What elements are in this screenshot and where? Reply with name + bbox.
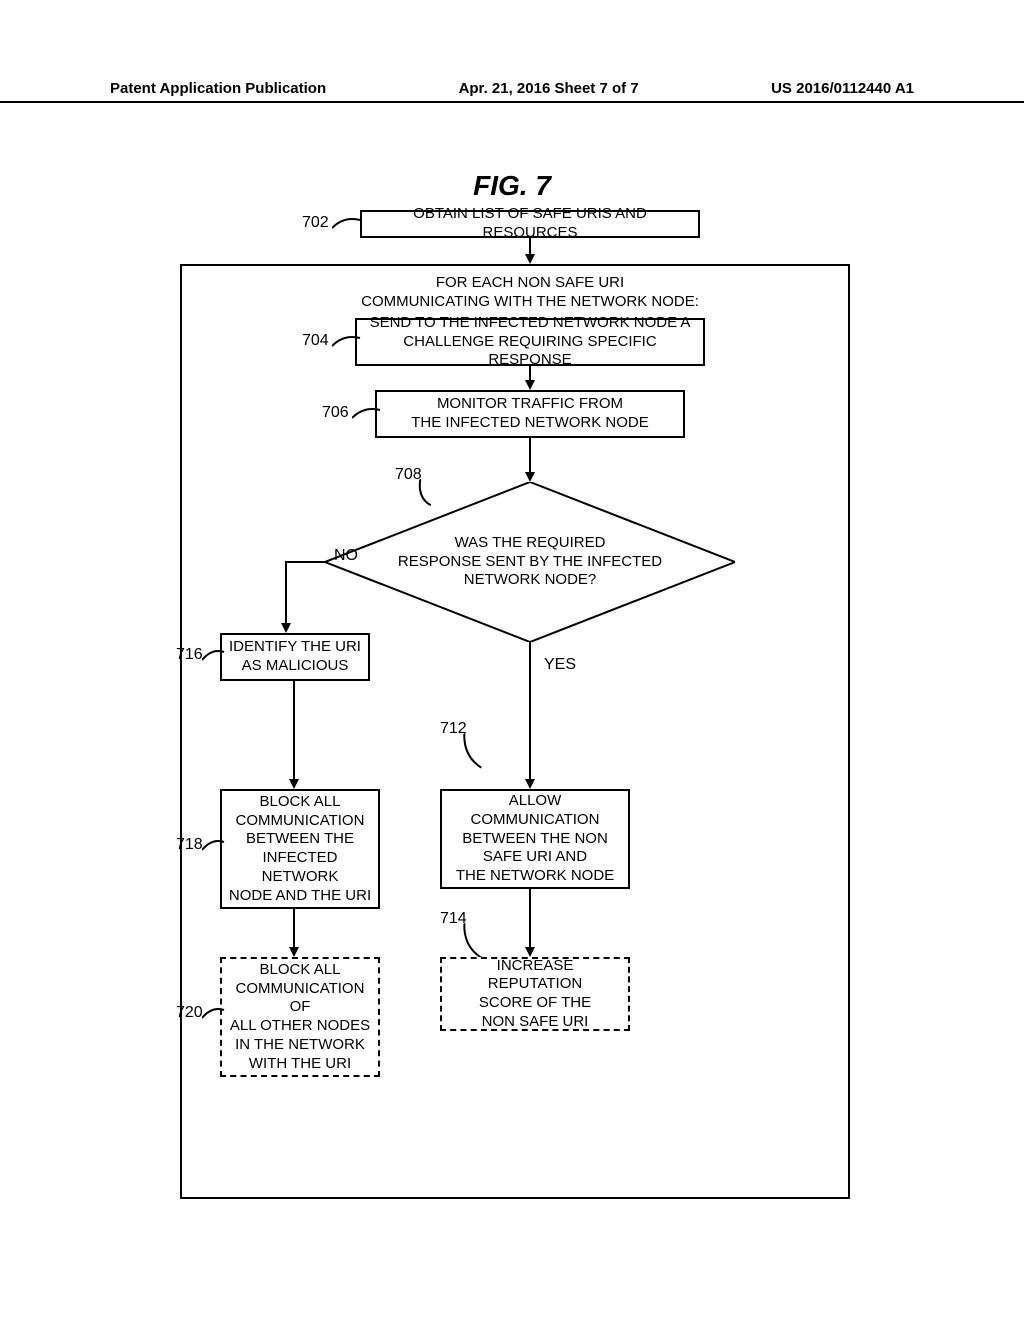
arrow-head xyxy=(525,380,535,390)
arrow xyxy=(293,681,295,781)
step-allow-communication: ALLOW COMMUNICATION BETWEEN THE NON SAFE… xyxy=(440,789,630,889)
step-monitor-traffic-text: MONITOR TRAFFIC FROM THE INFECTED NETWOR… xyxy=(411,395,649,433)
step-block-all-nodes: BLOCK ALL COMMUNICATION OF ALL OTHER NOD… xyxy=(220,957,380,1077)
step-monitor-traffic: MONITOR TRAFFIC FROM THE INFECTED NETWOR… xyxy=(375,390,685,438)
step-block-node-uri: BLOCK ALL COMMUNICATION BETWEEN THE INFE… xyxy=(220,789,380,909)
arrow-head xyxy=(281,623,291,633)
ref-716: 716 xyxy=(176,646,203,664)
step-block-node-uri-text: BLOCK ALL COMMUNICATION BETWEEN THE INFE… xyxy=(228,793,372,906)
leader-706 xyxy=(352,406,382,420)
arrow xyxy=(529,642,531,781)
decision-response-sent: WAS THE REQUIRED RESPONSE SENT BY THE IN… xyxy=(325,482,735,642)
leader-702 xyxy=(332,216,362,230)
header-middle: Apr. 21, 2016 Sheet 7 of 7 xyxy=(459,80,639,97)
loop-header-text: FOR EACH NON SAFE URI COMMUNICATING WITH… xyxy=(360,274,700,312)
step-send-challenge-text: SEND TO THE INFECTED NETWORK NODE A CHAL… xyxy=(363,314,697,370)
figure-title: FIG. 7 xyxy=(0,170,1024,202)
arrow xyxy=(285,561,287,625)
patent-header: Patent Application Publication Apr. 21, … xyxy=(0,80,1024,103)
leader-718 xyxy=(202,838,232,852)
step-increase-reputation-text: INCREASE REPUTATION SCORE OF THE NON SAF… xyxy=(448,957,622,1032)
arrow-head xyxy=(289,779,299,789)
ref-718: 718 xyxy=(176,836,203,854)
header-left: Patent Application Publication xyxy=(110,80,326,97)
leader-704 xyxy=(332,334,362,348)
step-identify-malicious: IDENTIFY THE URI AS MALICIOUS xyxy=(220,633,370,681)
flowchart: OBTAIN LIST OF SAFE URIS AND RESOURCES 7… xyxy=(150,210,870,1200)
arrow-head xyxy=(525,947,535,957)
arrow xyxy=(285,561,327,563)
step-send-challenge: SEND TO THE INFECTED NETWORK NODE A CHAL… xyxy=(355,318,705,366)
ref-720: 720 xyxy=(176,1004,203,1022)
decision-text: WAS THE REQUIRED RESPONSE SENT BY THE IN… xyxy=(398,534,662,590)
step-allow-communication-text: ALLOW COMMUNICATION BETWEEN THE NON SAFE… xyxy=(448,792,622,886)
step-block-all-nodes-text: BLOCK ALL COMMUNICATION OF ALL OTHER NOD… xyxy=(228,961,372,1074)
arrow-head xyxy=(525,472,535,482)
leader-716 xyxy=(202,648,232,662)
ref-704: 704 xyxy=(302,332,329,350)
ref-702: 702 xyxy=(302,214,329,232)
leader-720 xyxy=(202,1006,232,1020)
ref-706: 706 xyxy=(322,404,349,422)
label-yes: YES xyxy=(544,655,576,675)
label-no: NO xyxy=(334,546,358,566)
step-identify-malicious-text: IDENTIFY THE URI AS MALICIOUS xyxy=(229,638,361,676)
arrow-head xyxy=(289,947,299,957)
arrow xyxy=(529,438,531,474)
arrow-head xyxy=(525,254,535,264)
arrow xyxy=(293,909,295,949)
arrow-head xyxy=(525,779,535,789)
header-right: US 2016/0112440 A1 xyxy=(771,80,914,97)
step-obtain-list: OBTAIN LIST OF SAFE URIS AND RESOURCES xyxy=(360,210,700,238)
arrow xyxy=(529,889,531,949)
step-increase-reputation: INCREASE REPUTATION SCORE OF THE NON SAF… xyxy=(440,957,630,1031)
